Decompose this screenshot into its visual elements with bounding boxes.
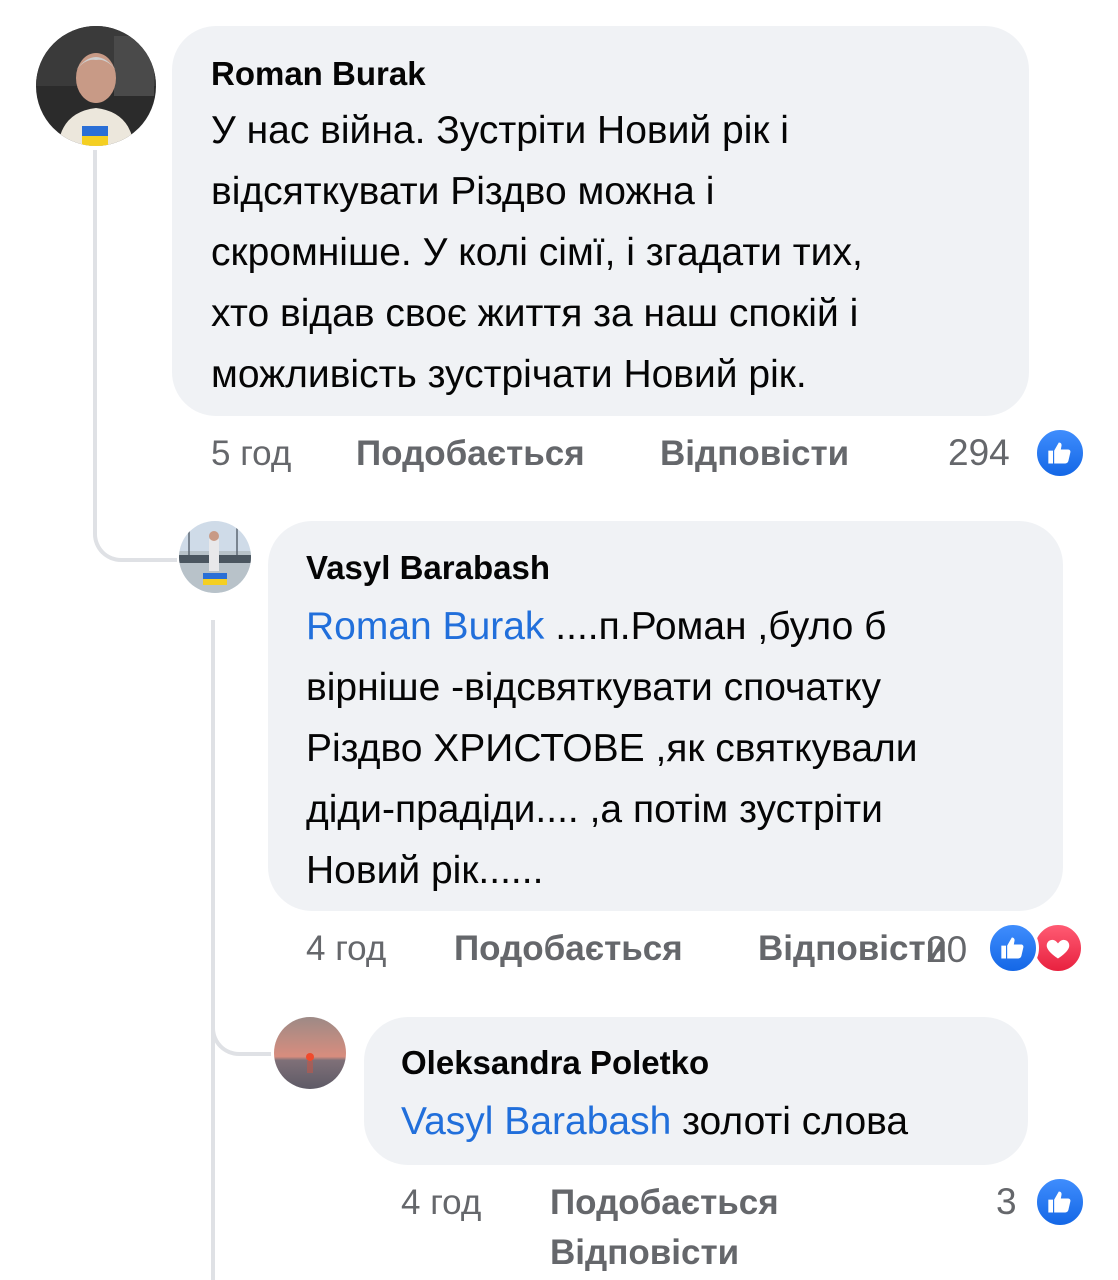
comment-text-line: хто відав своє життя за наш спокій і xyxy=(211,292,859,335)
comment-author[interactable]: Vasyl Barabash xyxy=(306,549,550,587)
reaction-count[interactable]: 20 xyxy=(926,929,967,971)
comment-text-line: Різдво ХРИСТОВЕ ,як святкували xyxy=(306,727,918,770)
reply-button[interactable]: Відповісти xyxy=(758,929,947,969)
avatar-vasyl-barabash[interactable] xyxy=(179,521,251,593)
comment-time: 4 год xyxy=(401,1183,482,1222)
comment-text-line: можливість зустрічати Новий рік. xyxy=(211,353,807,396)
comment-text-line: У нас війна. Зустріти Новий рік і xyxy=(211,109,789,152)
reply-button[interactable]: Відповісти xyxy=(660,434,849,474)
comment-time: 4 год xyxy=(306,929,387,968)
comment-text-fragment: золоті слова xyxy=(671,1100,909,1143)
thread-curve-reply-1 xyxy=(93,470,177,562)
comment-text-line: скромніше. У колі сімї, і згадати тих, xyxy=(211,231,863,274)
comment-time: 5 год xyxy=(211,434,292,473)
comment-author[interactable]: Oleksandra Poletko xyxy=(401,1044,709,1082)
mention-link[interactable]: Vasyl Barabash xyxy=(401,1100,671,1143)
like-icon[interactable] xyxy=(1034,427,1086,479)
comment-text-line: вірніше -відсвяткувати спочатку xyxy=(306,666,882,709)
comment-text: Roman Burak ....п.Роман ,було б вірніше … xyxy=(306,596,918,901)
like-button[interactable]: Подобається xyxy=(356,434,585,474)
thread-line-reply xyxy=(211,620,215,1280)
comment-text-line: Roman Burak ....п.Роман ,було б xyxy=(306,596,918,657)
avatar-oleksandra-poletko[interactable] xyxy=(274,1017,346,1089)
like-button[interactable]: Подобається xyxy=(454,929,683,969)
love-icon[interactable] xyxy=(1032,922,1084,974)
comment-text-line: Vasyl Barabash золоті слова xyxy=(401,1091,908,1152)
thread-curve-reply-2 xyxy=(211,990,271,1056)
comment-author[interactable]: Roman Burak xyxy=(211,55,426,93)
comment-text-fragment: ....п.Роман ,було б xyxy=(544,605,887,648)
comment-text-line: відсяткувати Різдво можна і xyxy=(211,170,715,213)
like-button[interactable]: Подобається xyxy=(550,1183,779,1223)
comment-text: Vasyl Barabash золоті слова xyxy=(401,1091,908,1152)
reaction-count[interactable]: 3 xyxy=(996,1181,1017,1223)
like-icon[interactable] xyxy=(1034,1176,1086,1228)
reaction-count[interactable]: 294 xyxy=(948,432,1010,474)
avatar-roman-burak[interactable] xyxy=(36,26,156,146)
comment-text-line: Новий рік...... xyxy=(306,849,544,892)
mention-link[interactable]: Roman Burak xyxy=(306,605,544,648)
comment-text-line: діди-прадіди.... ,а потім зустріти xyxy=(306,788,883,831)
reply-button[interactable]: Відповісти xyxy=(550,1233,739,1273)
like-icon[interactable] xyxy=(987,922,1039,974)
comment-text: У нас війна. Зустріти Новий рік і відсят… xyxy=(211,100,863,405)
